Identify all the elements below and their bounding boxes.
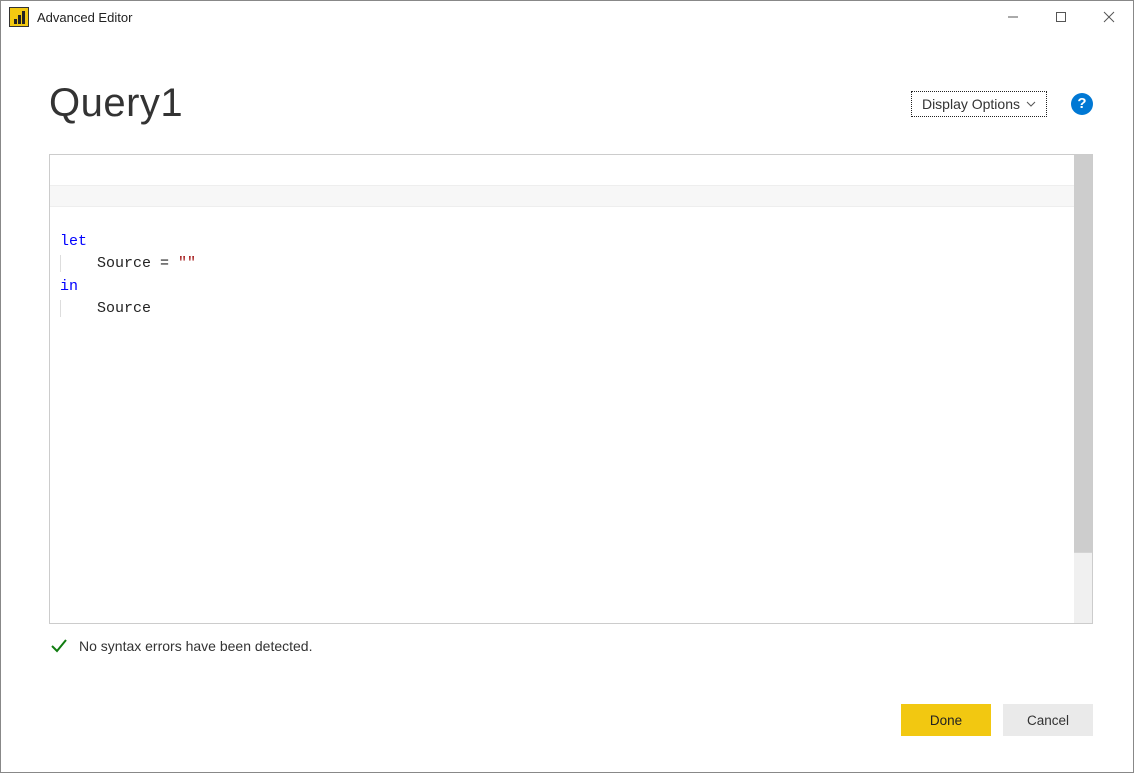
keyword-let: let <box>60 233 87 250</box>
vertical-scrollbar[interactable] <box>1074 155 1092 623</box>
header-right: Display Options ? <box>911 91 1093 117</box>
titlebar[interactable]: Advanced Editor <box>1 1 1133 33</box>
app-icon <box>9 7 29 27</box>
editor-content[interactable]: let Source = "" in Source <box>50 155 1074 623</box>
header-row: Query1 Display Options ? <box>49 81 1093 126</box>
code-line-2-var: Source = <box>60 255 178 272</box>
status-row: No syntax errors have been detected. <box>49 636 1093 656</box>
minimize-button[interactable] <box>989 1 1037 33</box>
check-icon <box>49 636 69 656</box>
keyword-in: in <box>60 278 78 295</box>
maximize-button[interactable] <box>1037 1 1085 33</box>
minimize-icon <box>1007 11 1019 23</box>
code-text: let Source = "" in Source <box>60 231 1064 321</box>
button-row: Done Cancel <box>49 704 1093 736</box>
window-title: Advanced Editor <box>37 10 989 25</box>
status-message: No syntax errors have been detected. <box>79 638 312 654</box>
current-line-highlight <box>50 185 1074 207</box>
display-options-label: Display Options <box>922 96 1020 112</box>
help-icon[interactable]: ? <box>1071 93 1093 115</box>
done-button[interactable]: Done <box>901 704 991 736</box>
close-icon <box>1103 11 1115 23</box>
dialog-content: Query1 Display Options ? let Source = ""… <box>1 33 1133 756</box>
display-options-dropdown[interactable]: Display Options <box>911 91 1047 117</box>
code-line-4-var: Source <box>60 300 151 317</box>
code-editor[interactable]: let Source = "" in Source <box>49 154 1093 624</box>
window-controls <box>989 1 1133 33</box>
query-title: Query1 <box>49 81 183 126</box>
chevron-down-icon <box>1026 101 1036 107</box>
code-line-2-string: "" <box>178 255 196 272</box>
cancel-button[interactable]: Cancel <box>1003 704 1093 736</box>
close-button[interactable] <box>1085 1 1133 33</box>
maximize-icon <box>1055 11 1067 23</box>
